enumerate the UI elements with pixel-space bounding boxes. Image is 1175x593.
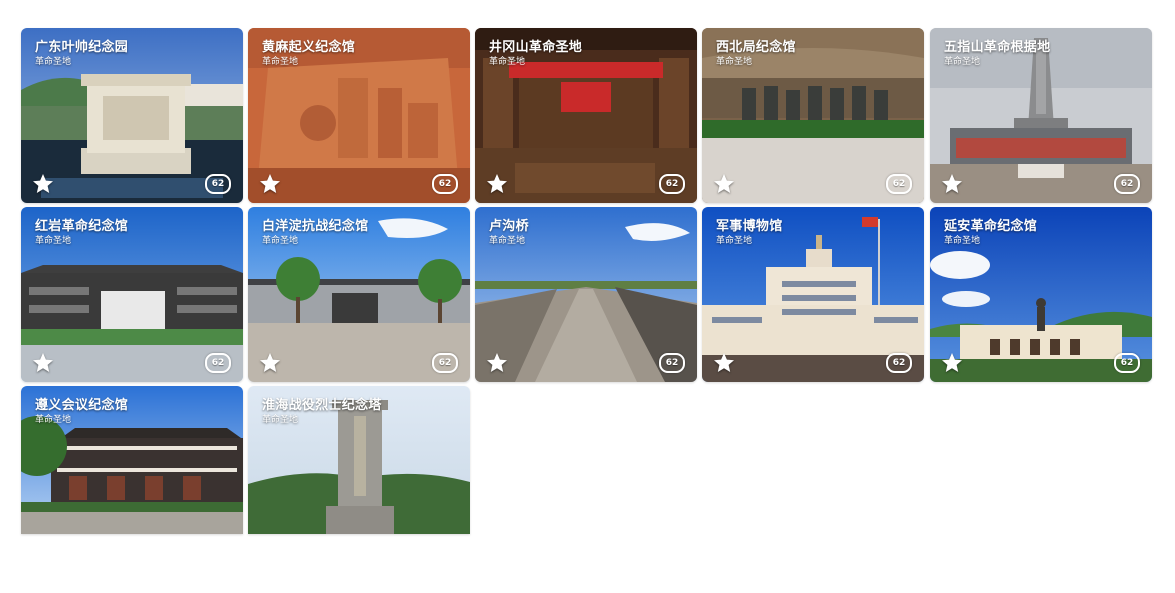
card-subtitle: 革命圣地 [262, 236, 299, 246]
star-icon[interactable] [711, 171, 737, 197]
landmark-card[interactable]: 五指山革命根据地 革命圣地 62 [930, 28, 1152, 203]
count-badge[interactable]: 62 [886, 174, 912, 194]
card-subtitle: 革命圣地 [944, 57, 981, 67]
landmark-card[interactable]: 黄麻起义纪念馆 革命圣地 62 [248, 28, 470, 203]
card-subtitle: 革命圣地 [944, 236, 981, 246]
card-subtitle: 革命圣地 [262, 415, 299, 425]
count-badge[interactable]: 62 [205, 353, 231, 373]
landmark-card[interactable]: 广东叶帅纪念园 革命圣地 62 [21, 28, 243, 203]
card-subtitle: 革命圣地 [35, 236, 72, 246]
card-subtitle: 革命圣地 [35, 57, 72, 67]
landmark-card[interactable]: 军事博物馆 革命圣地 62 [702, 207, 924, 382]
card-subtitle: 革命圣地 [262, 57, 299, 67]
landmark-card[interactable]: 淮海战役烈士纪念塔 革命圣地 [248, 386, 470, 534]
star-icon[interactable] [30, 171, 56, 197]
card-title: 卢沟桥 [489, 219, 529, 234]
card-title: 黄麻起义纪念馆 [262, 40, 356, 55]
count-badge[interactable]: 62 [1114, 353, 1140, 373]
star-icon[interactable] [711, 350, 737, 376]
card-title: 红岩革命纪念馆 [35, 219, 129, 234]
count-badge[interactable]: 62 [886, 353, 912, 373]
landmark-card[interactable]: 延安革命纪念馆 革命圣地 62 [930, 207, 1152, 382]
count-badge[interactable]: 62 [432, 353, 458, 373]
landmark-card[interactable]: 井冈山革命圣地 革命圣地 62 [475, 28, 697, 203]
star-icon[interactable] [939, 350, 965, 376]
card-title: 淮海战役烈士纪念塔 [262, 398, 382, 413]
star-icon[interactable] [939, 171, 965, 197]
card-title: 白洋淀抗战纪念馆 [262, 219, 369, 234]
count-badge[interactable]: 62 [432, 174, 458, 194]
star-icon[interactable] [484, 350, 510, 376]
star-icon[interactable] [30, 350, 56, 376]
count-badge[interactable]: 62 [659, 353, 685, 373]
landmark-card[interactable]: 遵义会议纪念馆 革命圣地 [21, 386, 243, 534]
card-subtitle: 革命圣地 [716, 236, 753, 246]
card-title: 西北局纪念馆 [716, 40, 796, 55]
card-title: 遵义会议纪念馆 [35, 398, 129, 413]
landmark-card[interactable]: 红岩革命纪念馆 革命圣地 62 [21, 207, 243, 382]
card-subtitle: 革命圣地 [35, 415, 72, 425]
landmark-card[interactable]: 卢沟桥 革命圣地 62 [475, 207, 697, 382]
landmark-card[interactable]: 西北局纪念馆 革命圣地 62 [702, 28, 924, 203]
card-title: 军事博物馆 [716, 219, 783, 234]
card-title: 广东叶帅纪念园 [35, 40, 129, 55]
star-icon[interactable] [484, 171, 510, 197]
card-title: 五指山革命根据地 [944, 40, 1051, 55]
count-badge[interactable]: 62 [205, 174, 231, 194]
card-title: 延安革命纪念馆 [944, 219, 1038, 234]
card-subtitle: 革命圣地 [716, 57, 753, 67]
count-badge[interactable]: 62 [659, 174, 685, 194]
card-subtitle: 革命圣地 [489, 57, 526, 67]
card-subtitle: 革命圣地 [489, 236, 526, 246]
star-icon[interactable] [257, 171, 283, 197]
landmark-card[interactable]: 白洋淀抗战纪念馆 革命圣地 62 [248, 207, 470, 382]
landmark-grid: 广东叶帅纪念园 革命圣地 62 黄麻起义纪念馆 革命圣地 62 井冈山革命圣地 … [0, 0, 1175, 593]
star-icon[interactable] [257, 350, 283, 376]
card-title: 井冈山革命圣地 [489, 40, 583, 55]
count-badge[interactable]: 62 [1114, 174, 1140, 194]
